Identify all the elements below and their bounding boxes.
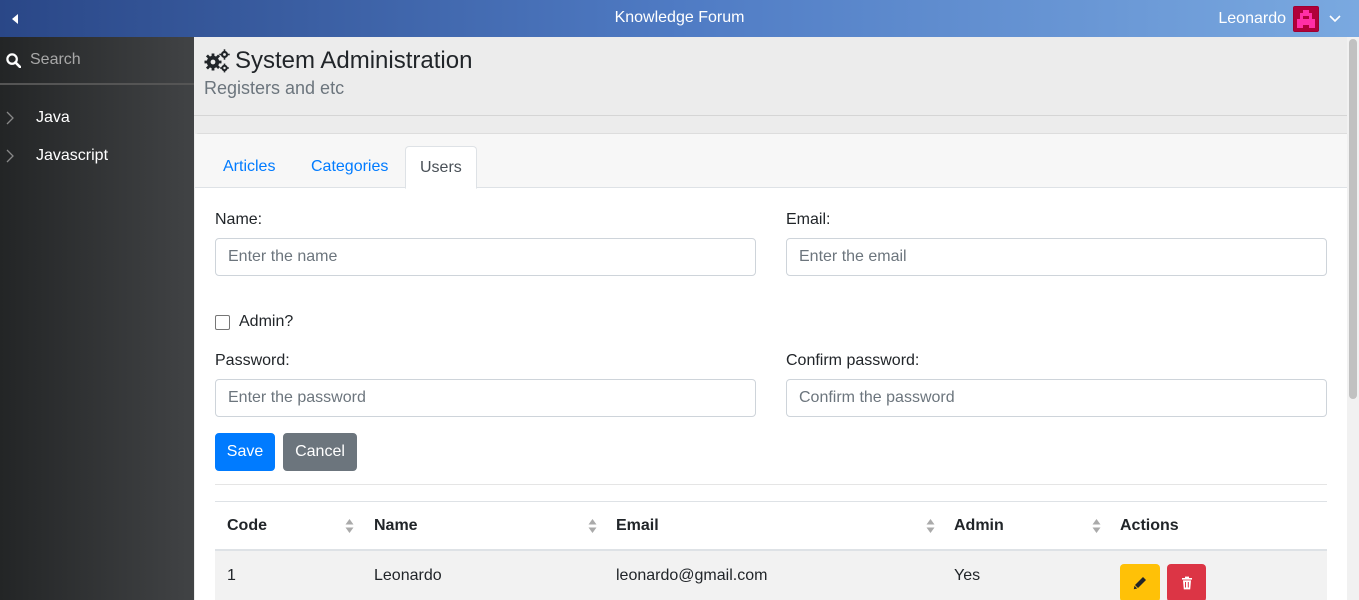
sidebar-search [0,37,194,85]
sort-icon[interactable] [926,518,935,534]
tab-categories[interactable]: Categories [297,146,402,188]
page-subtitle: Registers and etc [204,78,345,98]
chevron-right-icon [6,149,14,163]
pencil-icon [1133,577,1146,590]
page-scrollbar[interactable] [1347,37,1359,600]
tab-users[interactable]: Users [405,146,477,189]
email-label: Email: [786,211,831,228]
page-header: System Administration Registers and etc [194,37,1347,116]
caret-left-icon [12,13,18,24]
name-label: Name: [215,211,263,228]
sidebar-item-javascript[interactable]: Javascript [0,137,194,175]
chevron-down-icon [1329,14,1341,22]
search-icon [6,52,21,68]
sort-icon[interactable] [1092,518,1101,534]
avatar [1293,5,1319,32]
table-header: Code Name Email Admin Actions [215,501,1327,551]
top-header: Knowledge Forum Leonardo [0,0,1359,37]
cell-admin: Yes [954,567,981,584]
table-row: 1 Leonardo leonardo@gmail.com Yes [215,551,1327,600]
tabs-bar: Articles Categories Users [195,134,1347,189]
sort-icon[interactable] [588,518,597,534]
column-header-admin[interactable]: Admin [954,502,1004,550]
sidebar-item-java[interactable]: Java [0,99,194,137]
cell-code: 1 [227,567,236,584]
edit-button[interactable] [1120,564,1160,600]
name-field[interactable] [215,238,756,276]
cogs-icon [204,49,230,73]
admin-panel: Articles Categories Users Name: Email: A… [195,133,1347,600]
password-label: Password: [215,352,290,369]
column-header-code[interactable]: Code [227,502,267,550]
column-header-email[interactable]: Email [616,502,659,550]
confirm-password-field[interactable] [786,379,1327,417]
page-title-text: System Administration [235,47,473,74]
sort-icon[interactable] [345,518,354,534]
sidebar-item-label: Java [36,109,70,126]
column-header-name[interactable]: Name [374,502,418,550]
users-table: Code Name Email Admin Actions 1 Leonardo… [215,501,1327,600]
app-title: Knowledge Forum [614,9,745,26]
admin-checkbox[interactable] [215,314,230,330]
admin-label: Admin? [239,313,294,330]
cell-name: Leonardo [374,567,442,584]
confirm-password-label: Confirm password: [786,352,920,369]
scrollbar-thumb[interactable] [1349,39,1357,399]
save-button[interactable]: Save [215,433,275,471]
user-name: Leonardo [1218,9,1286,27]
column-header-actions: Actions [1120,517,1179,534]
main-content: System Administration Registers and etc … [194,37,1347,600]
tab-articles[interactable]: Articles [209,146,289,188]
admin-check-row: Admin? [215,313,293,331]
identicon-icon [1294,6,1318,31]
cell-email: leonardo@gmail.com [616,567,768,584]
divider [215,484,1327,485]
user-menu[interactable]: Leonardo [1218,0,1341,37]
trash-icon [1181,576,1192,590]
sidebar-toggle-button[interactable] [0,0,30,37]
sidebar-item-label: Javascript [36,147,109,164]
delete-button[interactable] [1167,564,1206,600]
email-field[interactable] [786,238,1327,276]
page-title: System Administration [204,47,1337,75]
password-field[interactable] [215,379,756,417]
category-tree: Java Javascript [0,85,194,175]
cancel-button[interactable]: Cancel [283,433,357,471]
sidebar: Java Javascript [0,37,194,600]
search-input[interactable] [30,51,180,69]
chevron-right-icon [6,111,14,125]
